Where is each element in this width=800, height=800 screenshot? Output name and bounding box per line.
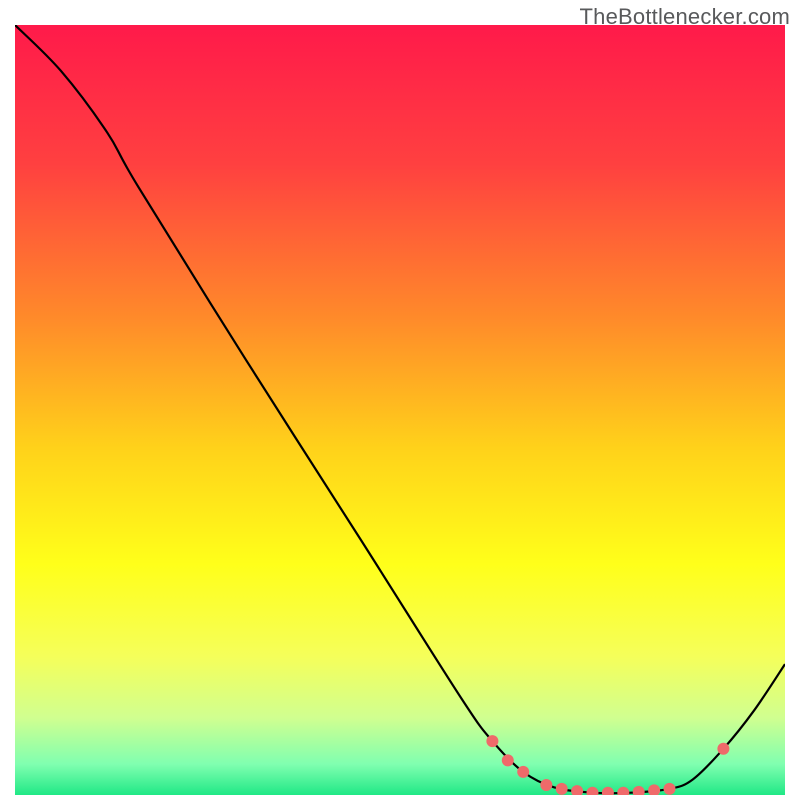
curve-marker [717,743,729,755]
chart-frame: TheBottlenecker.com [0,0,800,800]
curve-marker [540,779,552,791]
curve-marker [486,735,498,747]
curve-marker [556,783,568,795]
chart-plot-area [15,25,785,795]
chart-background [15,25,785,795]
chart-svg [15,25,785,795]
watermark-text: TheBottlenecker.com [580,4,790,30]
curve-marker [664,783,676,795]
curve-marker [517,766,529,778]
curve-marker [502,754,514,766]
